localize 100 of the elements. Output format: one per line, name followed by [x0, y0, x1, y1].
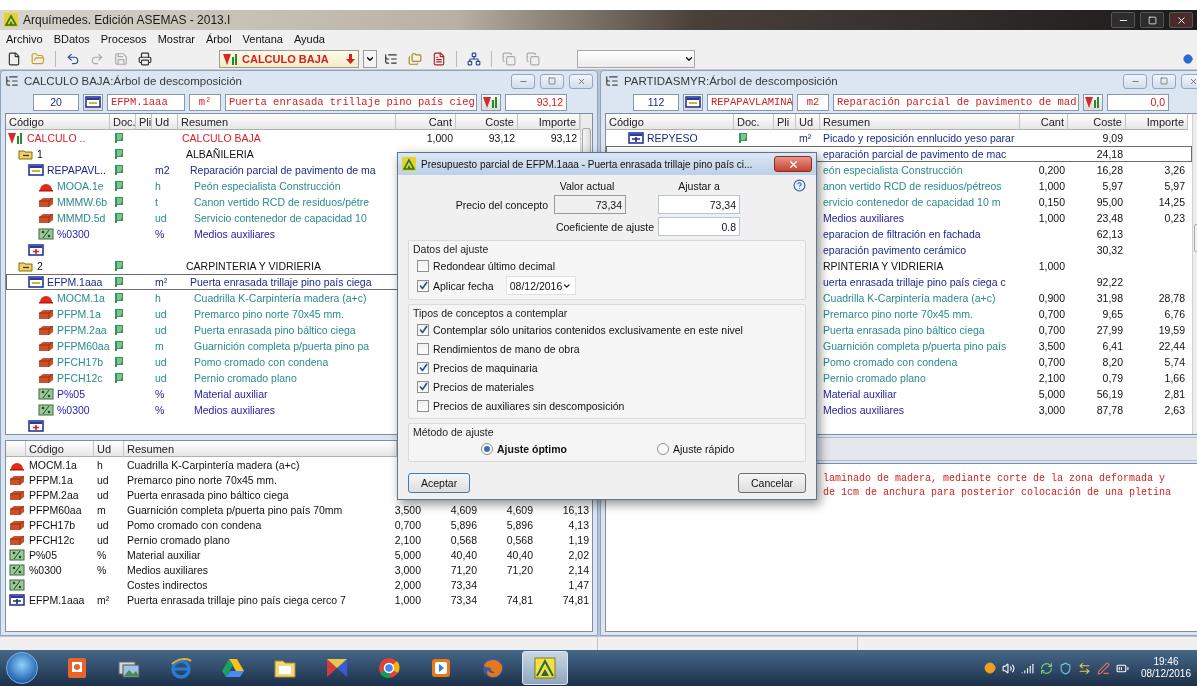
number-text: 3,500: [1038, 340, 1065, 352]
number-text: 62,13: [1096, 228, 1123, 240]
unit-text: m: [155, 340, 164, 352]
code-text: MOOA.1e: [57, 180, 104, 192]
number-text: 2,000: [394, 578, 421, 591]
summary-text: Medios auxiliares: [194, 228, 276, 240]
number-text: 40,40: [450, 548, 477, 561]
summary-text: Puerta enrasada trillaje pino país ciega: [190, 276, 372, 288]
number-text: 19,59: [1158, 324, 1185, 336]
code-text: 1: [37, 148, 43, 160]
number-text: 5,000: [394, 548, 421, 561]
number-text: 56,19: [1096, 388, 1123, 400]
number-text: 28,78: [1158, 292, 1185, 304]
summary-text: eón especialista Construcción: [823, 164, 963, 176]
number-text: 6,76: [1164, 308, 1185, 320]
summary-text: Medios auxiliares: [127, 563, 209, 576]
summary-text: Material auxiliar: [127, 548, 201, 561]
number-text: 0,200: [1038, 164, 1065, 176]
unit-text: %: [155, 228, 165, 240]
unit-text: ud: [155, 324, 167, 336]
unit-text: %: [97, 548, 107, 561]
number-text: 0,150: [1038, 196, 1065, 208]
number-text: 31,98: [1096, 292, 1123, 304]
summary-text: Pernio cromado plano: [127, 533, 230, 546]
window-title: Arquímedes. Edición ASEMAS - 2013.I: [23, 13, 231, 27]
number-text: 1,000: [1038, 260, 1065, 272]
summary-text: ervicio contenedor de capacidad 10 m: [823, 196, 1001, 208]
number-text: 5,97: [1102, 180, 1123, 192]
unit-text: m²: [97, 593, 110, 606]
code-text: PFCH12c: [29, 533, 75, 546]
summary-text: Cuadrilla K-Carpintería madera (a+c): [194, 292, 367, 304]
number-text: 22,44: [1158, 340, 1185, 352]
summary-text: RPINTERIA Y VIDRIERIA: [823, 260, 944, 272]
code-text: %0300: [57, 404, 90, 416]
summary-text: eparación parcial de pavimento de mac: [823, 148, 1007, 160]
code-text: PFPM.2aa: [29, 488, 79, 501]
unit-text: ud: [155, 356, 167, 368]
code-text: PFPM60aa: [29, 503, 82, 516]
summary-text: ALBAÑILERIA: [186, 148, 254, 160]
code-text: P%05: [29, 548, 58, 561]
description-line: de 1cm de anchura para posterior colocación de una pletina: [823, 486, 1173, 500]
summary-text: Guarnición completa p/puerta pino pa: [194, 340, 370, 352]
unit-text: m2: [155, 164, 170, 176]
summary-text: CARPINTERIA Y VIDRIERIA: [186, 260, 321, 272]
summary-text: Puerta enrasada trillaje pino país ciega cerco 7: [127, 593, 346, 606]
summary-text: Canon vertido RCD de residuos/pétre: [194, 196, 370, 208]
number-text: 16,28: [1096, 164, 1123, 176]
summary-text: Guarnición completa p/puerta pino país 70mm: [127, 503, 343, 516]
unit-text: ud: [97, 533, 109, 546]
number-text: 0,700: [1038, 324, 1065, 336]
number-text: 71,20: [506, 563, 533, 576]
number-text: 4,609: [450, 503, 477, 516]
number-text: 1,000: [1038, 212, 1065, 224]
summary-text: Pernio cromado plano: [194, 372, 297, 384]
number-text: 4,609: [506, 503, 533, 516]
code-text: EFPM.1aaa: [29, 593, 85, 606]
code-text: %0300: [29, 563, 62, 576]
number-text: 92,22: [1096, 276, 1123, 288]
code-text: PFPM.1a: [57, 308, 101, 320]
unit-text: m: [97, 503, 106, 516]
number-text: 0,568: [506, 533, 533, 546]
summary-text: Material auxiliar: [194, 388, 268, 400]
unit-text: h: [155, 292, 161, 304]
summary-text: Picado y reposición ennlucido yeso parar: [823, 132, 1015, 144]
number-text: 3,000: [1038, 404, 1065, 416]
summary-text: anon vertido RCD de residuos/pétreos: [823, 180, 1002, 192]
radio-label: Ajuste óptimo: [497, 442, 567, 455]
number-text: 0,700: [1038, 356, 1065, 368]
unit-text: ud: [97, 473, 109, 486]
summary-text: Material auxiliar: [823, 388, 897, 400]
panel-title: CALCULO BAJA:Árbol de descomposición: [24, 75, 242, 87]
code-text: MMMD.5d: [57, 212, 106, 224]
unit-text: ud: [155, 212, 167, 224]
code-text: PFPM60aa: [57, 340, 110, 352]
group-title: Datos del ajuste: [413, 243, 490, 255]
number-text: 14,25: [1158, 196, 1185, 208]
code-text: MMMW.6b: [57, 196, 108, 208]
number-text: 2,14: [568, 563, 589, 576]
number-text: 1,000: [394, 593, 421, 606]
summary-text: Costes indirectos: [127, 578, 208, 591]
number-text: 2,02: [568, 548, 589, 561]
unit-text: ud: [97, 518, 109, 531]
number-text: 1,47: [568, 578, 589, 591]
number-text: 27,99: [1096, 324, 1123, 336]
number-text: 30,32: [1096, 244, 1123, 256]
summary-text: Puerta enrasada pino báltico ciega: [194, 324, 356, 336]
unit-text: ud: [97, 488, 109, 501]
number-text: 23,48: [1096, 212, 1123, 224]
group-title: Tipos de conceptos a contemplar: [413, 307, 569, 319]
checkbox-label: Aplicar fecha: [433, 279, 494, 292]
radio-label: Ajuste rápido: [673, 442, 735, 455]
summary-text: eparacion de filtración en fachada: [823, 228, 981, 240]
summary-text: Premarco pino norte 70x45 mm.: [194, 308, 344, 320]
unit-text: h: [155, 180, 161, 192]
code-text: PFCH17b: [57, 356, 104, 368]
unit-text: %: [155, 388, 165, 400]
unit-text: m²: [155, 276, 168, 288]
summary-text: Cuadrilla K-Carpintería madera (a+c): [127, 458, 300, 471]
number-text: 24,18: [1096, 148, 1123, 160]
number-text: 0,700: [394, 518, 421, 531]
